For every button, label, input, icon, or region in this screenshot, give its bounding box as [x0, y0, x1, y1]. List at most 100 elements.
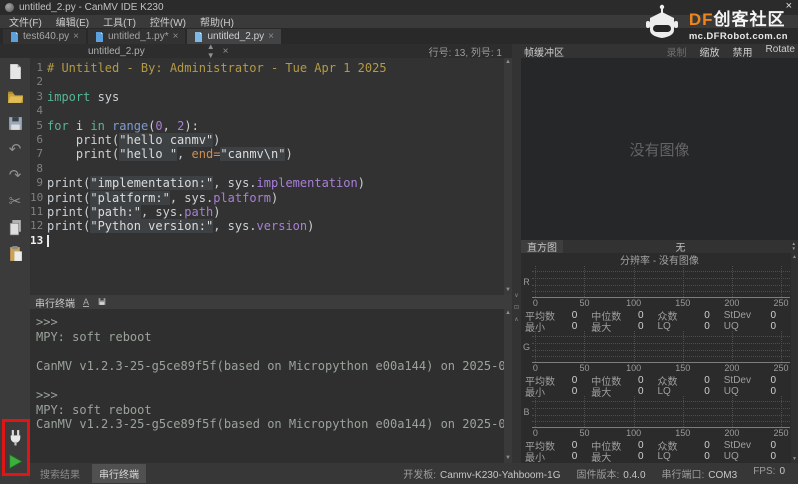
- stats-row: 最小0最大0LQ0UQ0: [521, 449, 790, 460]
- histogram-plot: [532, 331, 790, 363]
- window-close-icon[interactable]: ×: [786, 1, 792, 12]
- file-icon: [95, 32, 104, 42]
- terminal-font-icon[interactable]: A: [83, 298, 89, 307]
- tab-test640[interactable]: test640.py ×: [3, 29, 86, 44]
- splitter-maximize-icon[interactable]: ⊡: [514, 302, 519, 314]
- window-title: untitled_2.py - CanMV IDE K230: [19, 2, 164, 13]
- cut-icon[interactable]: ✂: [6, 192, 24, 210]
- firmware-value: 0.4.0: [623, 470, 645, 481]
- watermark-brand: DF创客社区: [689, 5, 788, 30]
- channel-label: R: [521, 266, 532, 298]
- histogram-mode-select[interactable]: 无 ▲▼: [563, 240, 798, 253]
- histogram-scrollbar[interactable]: ▲ ▼: [791, 253, 798, 463]
- board-label: 开发板:: [403, 470, 436, 481]
- document-bar: untitled_2.py ▲▼ × 行号: 13, 列号: 1: [0, 44, 512, 58]
- scroll-down-icon[interactable]: ▼: [791, 456, 798, 462]
- canmv-ide-window: untitled_2.py - CanMV IDE K230 × 文件(F) 编…: [0, 0, 798, 484]
- document-close-icon[interactable]: ×: [223, 46, 229, 57]
- scroll-up-icon[interactable]: ▲: [791, 254, 798, 260]
- histogram-panel: 直方图 无 ▲▼ 分辨率 - 没有图像 R 050100150200250 平均…: [521, 240, 798, 463]
- menu-tools[interactable]: 工具(T): [96, 14, 143, 29]
- file-icon: [194, 32, 203, 42]
- tab-label: untitled_2.py: [207, 31, 264, 42]
- serial-terminal[interactable]: >>> MPY: soft reboot CanMV v1.2.3-25-g5c…: [30, 309, 512, 463]
- tab-label: test640.py: [23, 31, 69, 42]
- stats-row: 最小0最大0LQ0UQ0: [521, 384, 790, 395]
- stats-row: 平均数0中位数0众数0StDev0: [521, 373, 790, 384]
- fps-value: 0: [779, 466, 785, 477]
- board-value: Canmv-K230-Yahboom-1G: [440, 470, 560, 481]
- save-file-icon[interactable]: [6, 114, 24, 132]
- tab-serial-terminal[interactable]: 串行终端: [92, 464, 146, 483]
- robot-logo-icon: [641, 4, 683, 42]
- scroll-up-icon[interactable]: ▲: [504, 310, 512, 317]
- framebuffer-header: 帧缓冲区 录制 缩放 禁用 Rotate: [521, 44, 798, 58]
- histogram-channel: B 050100150200250 平均数0中位数0众数0StDev0 最小0最…: [521, 396, 798, 461]
- tab-untitled-2[interactable]: untitled_2.py ×: [187, 29, 281, 44]
- terminal-header-label: 串行终端: [35, 295, 75, 310]
- open-file-icon[interactable]: [6, 88, 24, 106]
- bottom-bar: 搜索结果 串行终端 开发板: Canmv-K230-Yahboom-1G 固件版本…: [30, 463, 798, 484]
- redo-icon[interactable]: ↷: [6, 166, 24, 184]
- app-logo-icon: [5, 3, 14, 12]
- menu-file[interactable]: 文件(F): [2, 14, 49, 29]
- channel-label: B: [521, 396, 532, 428]
- rotate-button[interactable]: Rotate: [766, 44, 795, 59]
- dfrobot-watermark: DF创客社区 mc.DFRobot.com.cn: [641, 4, 788, 42]
- no-image-placeholder: 没有图像: [629, 139, 689, 160]
- undo-icon[interactable]: ↶: [6, 140, 24, 158]
- histogram-plot: [532, 266, 790, 298]
- tab-close-icon[interactable]: ×: [268, 31, 274, 42]
- tab-close-icon[interactable]: ×: [173, 31, 179, 42]
- x-axis-labels: 050100150200250: [532, 428, 790, 438]
- tab-close-icon[interactable]: ×: [73, 31, 79, 42]
- editor-scrollbar[interactable]: ▲ ▼: [504, 58, 512, 295]
- splitter-collapse-up-icon[interactable]: ∧: [514, 314, 518, 326]
- fps-label: FPS:: [753, 466, 775, 477]
- tab-search-results[interactable]: 搜索结果: [33, 464, 87, 483]
- watermark-url: mc.DFRobot.com.cn: [689, 31, 788, 42]
- terminal-header: 串行终端 A ∧ ×: [30, 295, 512, 309]
- x-axis-labels: 050100150200250: [532, 298, 790, 308]
- document-selector[interactable]: untitled_2.py: [88, 46, 145, 57]
- connect-board-icon[interactable]: [6, 428, 24, 446]
- histogram-plot: [532, 396, 790, 428]
- channel-label: G: [521, 331, 532, 363]
- menu-help[interactable]: 帮助(H): [193, 14, 241, 29]
- dropdown-arrows-icon[interactable]: ▲▼: [792, 241, 796, 251]
- histogram-channel: R 050100150200250 平均数0中位数0众数0StDev0 最小0最…: [521, 266, 798, 331]
- zoom-button[interactable]: 缩放: [700, 44, 720, 59]
- terminal-scrollbar[interactable]: ▲ ▼: [504, 309, 512, 463]
- record-button: 录制: [667, 44, 687, 59]
- firmware-label: 固件版本:: [576, 470, 619, 481]
- histogram-toolbar: 直方图 无 ▲▼: [521, 240, 798, 253]
- scroll-down-icon[interactable]: ▼: [504, 455, 512, 462]
- serial-port-value: COM3: [708, 470, 737, 481]
- menu-edit[interactable]: 编辑(E): [49, 14, 96, 29]
- terminal-save-log-icon[interactable]: [97, 297, 107, 308]
- splitter-collapse-down-icon[interactable]: ∨: [514, 290, 518, 302]
- code-editor[interactable]: 1# Untitled - By: Administrator - Tue Ap…: [30, 58, 512, 295]
- terminal-output: >>> MPY: soft reboot CanMV v1.2.3-25-g5c…: [30, 309, 512, 432]
- run-script-icon[interactable]: [7, 453, 24, 470]
- status-bar: 开发板: Canmv-K230-Yahboom-1G 固件版本: 0.4.0 串行端…: [403, 466, 798, 481]
- serial-port-label: 串行端口:: [662, 470, 705, 481]
- histogram-channel: G 050100150200250 平均数0中位数0众数0StDev0 最小0最…: [521, 331, 798, 396]
- histogram-channels: R 050100150200250 平均数0中位数0众数0StDev0 最小0最…: [521, 266, 798, 461]
- stats-row: 最小0最大0LQ0UQ0: [521, 319, 790, 330]
- right-panel: ∨ ⊡ ∧ 帧缓冲区 录制 缩放 禁用 Rotate 没有图像 直方图: [512, 44, 798, 463]
- stats-row: 平均数0中位数0众数0StDev0: [521, 308, 790, 319]
- new-file-icon[interactable]: [6, 62, 24, 80]
- tab-untitled-1[interactable]: untitled_1.py* ×: [88, 29, 185, 44]
- copy-icon[interactable]: [6, 218, 24, 236]
- panel-splitter[interactable]: ∨ ⊡ ∧: [512, 44, 521, 463]
- framebuffer-view: 没有图像: [521, 58, 798, 240]
- scroll-up-icon[interactable]: ▲: [504, 59, 512, 66]
- menu-widgets[interactable]: 控件(W): [143, 14, 193, 29]
- disable-button[interactable]: 禁用: [733, 44, 753, 59]
- tab-label: untitled_1.py*: [108, 31, 169, 42]
- paste-icon[interactable]: [6, 244, 24, 262]
- x-axis-labels: 050100150200250: [532, 363, 790, 373]
- caret-position-status: 行号: 13, 列号: 1: [429, 44, 512, 59]
- scroll-down-icon[interactable]: ▼: [504, 287, 512, 294]
